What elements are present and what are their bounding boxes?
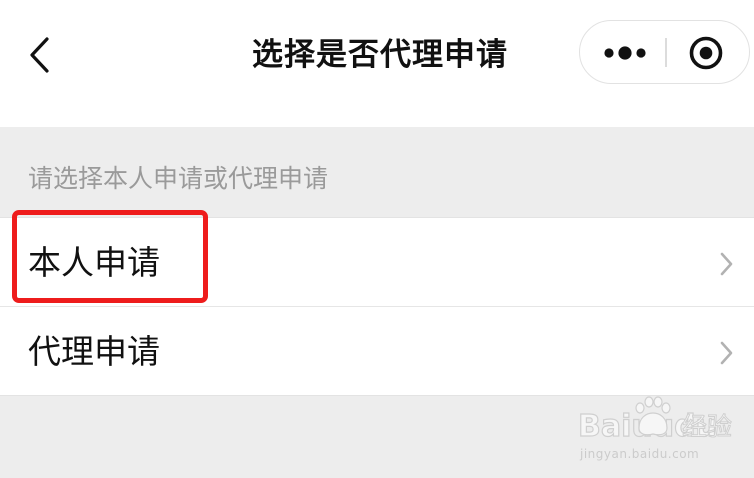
section-hint: 请选择本人申请或代理申请 <box>28 164 329 193</box>
list-item-proxy-apply[interactable]: 代理申请 <box>0 306 754 395</box>
target-close-icon <box>689 36 723 70</box>
more-button[interactable] <box>580 21 665 83</box>
watermark-logo: Baiuudu <box>577 409 717 444</box>
chevron-right-icon <box>718 250 736 278</box>
navigation-bar: 选择是否代理申请 <box>0 0 754 127</box>
chevron-right-icon <box>718 339 736 367</box>
paw-icon <box>630 396 674 444</box>
list-item-label: 代理申请 <box>28 332 160 371</box>
watermark-url: jingyan.baidu.com <box>580 447 700 461</box>
option-list: 本人申请 代理申请 <box>0 217 754 396</box>
close-button[interactable] <box>667 21 749 83</box>
list-item-label: 本人申请 <box>28 243 160 282</box>
mini-program-page: 选择是否代理申请 请选择本人申请或代理申请 本人申请 代理申请 Baiuudu … <box>0 0 754 478</box>
more-dots-icon <box>604 46 646 60</box>
capsule-menu <box>579 20 750 84</box>
watermark: Baiuudu 经验 jingyan.baidu.com <box>577 396 748 474</box>
list-item-self-apply[interactable]: 本人申请 <box>0 218 754 306</box>
watermark-text: 经验 <box>681 412 733 442</box>
